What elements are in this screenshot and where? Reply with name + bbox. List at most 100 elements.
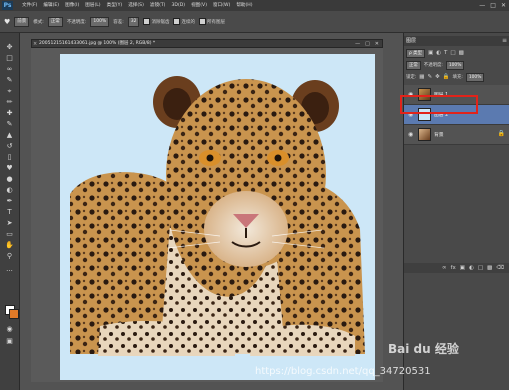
url-watermark: https://blog.csdn.net/qq_34720531: [255, 366, 431, 377]
layer-thumbnail: [418, 128, 431, 141]
pen-tool-icon[interactable]: ✒: [4, 197, 15, 206]
all-layers-checkbox[interactable]: 所有图层: [198, 18, 225, 25]
layer-name: 背景: [434, 133, 444, 138]
checkbox-icon: [173, 18, 181, 25]
lock-label: 锁定:: [406, 75, 417, 80]
menu-select[interactable]: 选择(S): [128, 2, 144, 10]
lock-icon: 🔒: [497, 130, 505, 137]
layer-opacity-field[interactable]: 100%: [445, 60, 465, 70]
lasso-tool-icon[interactable]: ∞: [4, 65, 15, 74]
layers-footer: ∞ fx ▣ ◐ □ ▩ ⌫: [404, 263, 509, 273]
window-controls: — □ ✕: [479, 1, 506, 10]
options-bar: ♥ 前景 模式: 正常 不透明度: 100% 容差: 32 消除锯齿 连续的 所…: [0, 11, 509, 33]
adjustment-icon[interactable]: ◐: [469, 265, 474, 271]
panel-menu-icon[interactable]: ≡: [502, 36, 507, 46]
eraser-tool-icon[interactable]: ▯: [4, 153, 15, 162]
fx-icon[interactable]: fx: [451, 265, 456, 271]
group-icon[interactable]: □: [478, 265, 483, 271]
opacity-label: 不透明度:: [66, 19, 87, 25]
new-layer-icon[interactable]: ▩: [487, 265, 492, 271]
blend-mode-select[interactable]: 正常: [406, 60, 421, 70]
contiguous-checkbox[interactable]: 连续的: [173, 18, 195, 25]
layers-panel: 图层 ≡ ρ 类型 ▣ ◐ T □ ▩ 正常 不透明度: 100% 锁定: ▦ …: [403, 33, 509, 390]
eye-icon[interactable]: ◉: [408, 131, 413, 138]
menu-image[interactable]: 图像(I): [65, 2, 79, 10]
menu-view[interactable]: 视图(V): [191, 2, 207, 10]
close-button[interactable]: ✕: [501, 1, 506, 10]
mode-label: 模式:: [33, 19, 44, 25]
document-title: 20051215161433061.jpg @ 100% (图层 2, RGB/…: [39, 41, 156, 46]
layer-filter-select[interactable]: ρ 类型: [406, 48, 425, 58]
filter-pixel-icon[interactable]: ▣: [428, 50, 433, 56]
filter-smart-icon[interactable]: ▩: [459, 50, 464, 56]
tolerance-field[interactable]: 32: [127, 16, 140, 27]
filter-type-icon[interactable]: T: [444, 50, 447, 56]
fill-source-select[interactable]: 前景: [14, 16, 30, 27]
zoom-tool-icon[interactable]: ⚲: [4, 252, 15, 261]
filter-adjustment-icon[interactable]: ◐: [436, 50, 441, 56]
lock-row: 锁定: ▦ ✎ ✥ 🔒 填充: 100%: [406, 72, 508, 82]
document-minimize-button[interactable]: —: [355, 40, 360, 48]
menu-filter[interactable]: 滤镜(T): [150, 2, 166, 10]
menu-file[interactable]: 文件(F): [22, 2, 37, 10]
all-layers-label: 所有图层: [206, 20, 225, 25]
screen-mode-icon[interactable]: ▣: [4, 337, 15, 346]
menu-type[interactable]: 类型(Y): [107, 2, 123, 10]
close-icon[interactable]: ×: [33, 40, 37, 48]
stamp-tool-icon[interactable]: ▲: [4, 131, 15, 140]
fill-field[interactable]: 100%: [465, 72, 485, 82]
tolerance-label: 容差:: [113, 19, 124, 25]
filter-shape-icon[interactable]: □: [450, 50, 455, 56]
link-icon[interactable]: ∞: [442, 265, 447, 271]
menu-window[interactable]: 窗口(W): [213, 2, 230, 10]
layers-panel-header: 图层 ≡: [404, 36, 509, 46]
document-tab[interactable]: × 20051215161433061.jpg @ 100% (图层 2, RG…: [31, 39, 383, 48]
shape-tool-icon[interactable]: ▭: [4, 230, 15, 239]
document-close-button[interactable]: ✕: [375, 40, 379, 48]
quick-mask-icon[interactable]: ◉: [4, 325, 15, 334]
paint-bucket-tool-icon[interactable]: ♥: [4, 164, 15, 173]
checkbox-icon: [143, 18, 151, 25]
crop-tool-icon[interactable]: ⌖: [4, 87, 15, 96]
minimize-button[interactable]: —: [479, 1, 485, 10]
menu-edit[interactable]: 编辑(E): [43, 2, 59, 10]
menu-3d[interactable]: 3D(D): [171, 2, 185, 10]
layer-row-background[interactable]: ◉ 背景 🔒: [404, 125, 509, 145]
brush-tool-icon[interactable]: ✎: [4, 120, 15, 129]
tool-more-icon[interactable]: ···: [4, 267, 15, 276]
path-select-tool-icon[interactable]: ➤: [4, 219, 15, 228]
marquee-tool-icon[interactable]: □: [4, 54, 15, 63]
lock-pixels-icon[interactable]: ▦: [419, 74, 424, 80]
menu-help[interactable]: 帮助(H): [236, 2, 252, 10]
menu-bar: 文件(F) 编辑(E) 图像(I) 图层(L) 类型(Y) 选择(S) 滤镜(T…: [22, 2, 253, 10]
blend-row: 正常 不透明度: 100%: [406, 60, 508, 70]
paint-bucket-icon[interactable]: ♥: [4, 18, 10, 26]
fill-label: 填充:: [452, 75, 463, 80]
document-maximize-button[interactable]: □: [365, 40, 370, 48]
healing-tool-icon[interactable]: ✚: [4, 109, 15, 118]
hand-tool-icon[interactable]: ✋: [4, 241, 15, 250]
highlight-box: [400, 95, 478, 114]
lock-paint-icon[interactable]: ✎: [427, 74, 432, 80]
move-tool-icon[interactable]: ✥: [4, 43, 15, 52]
canvas[interactable]: [60, 54, 375, 380]
menu-layer[interactable]: 图层(L): [85, 2, 100, 10]
tools-panel: ✥ □ ∞ ✎ ⌖ ✏ ✚ ✎ ▲ ↺ ▯ ♥ ● ◐ ✒ T ➤ ▭ ✋ ⚲ …: [0, 33, 20, 390]
dodge-tool-icon[interactable]: ◐: [4, 186, 15, 195]
lock-all-icon[interactable]: 🔒: [443, 74, 450, 80]
mask-icon[interactable]: ▣: [460, 265, 465, 271]
quick-select-tool-icon[interactable]: ✎: [4, 76, 15, 85]
eyedropper-tool-icon[interactable]: ✏: [4, 98, 15, 107]
antialias-checkbox[interactable]: 消除锯齿: [143, 18, 169, 25]
blur-tool-icon[interactable]: ●: [4, 175, 15, 184]
mode-select[interactable]: 正常: [47, 16, 63, 27]
type-tool-icon[interactable]: T: [4, 208, 15, 217]
tab-layers[interactable]: 图层: [406, 36, 416, 46]
history-brush-tool-icon[interactable]: ↺: [4, 142, 15, 151]
checkbox-icon: [198, 18, 206, 25]
background-color-swatch[interactable]: [9, 309, 19, 319]
maximize-button[interactable]: □: [490, 1, 496, 10]
trash-icon[interactable]: ⌫: [496, 265, 504, 271]
opacity-field[interactable]: 100%: [90, 16, 110, 27]
lock-position-icon[interactable]: ✥: [435, 74, 440, 80]
